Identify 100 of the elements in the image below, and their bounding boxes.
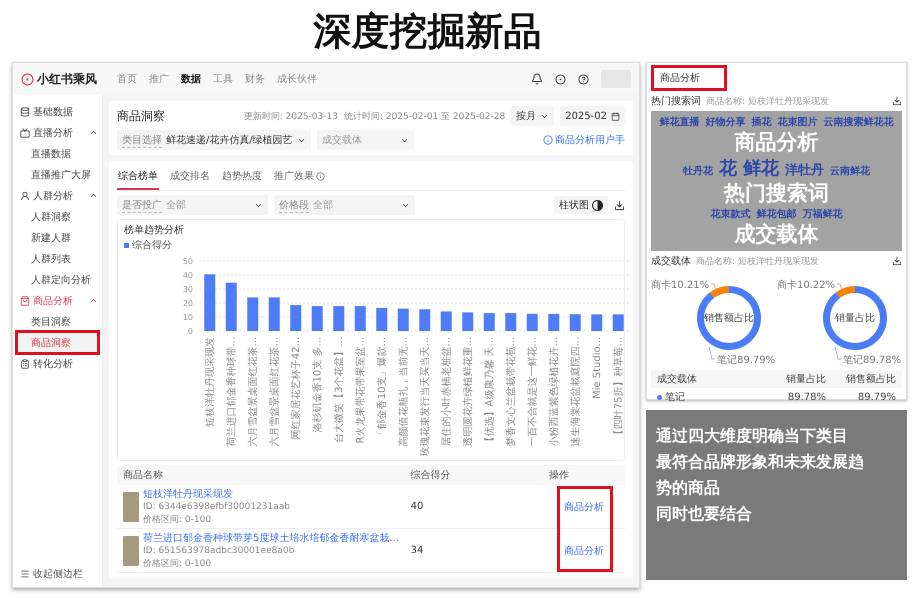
collapse-sidebar-button[interactable]: 收起侧边栏 bbox=[17, 567, 98, 581]
logo[interactable]: 小红书乘风 bbox=[21, 70, 97, 88]
logo-icon bbox=[21, 72, 34, 86]
score-cell-text: 40 bbox=[410, 501, 424, 512]
download-icon[interactable] bbox=[892, 96, 902, 106]
chart-toggle[interactable]: 柱状图 bbox=[554, 196, 608, 214]
product-name: 商品名称: 短枝洋牡丹现采现发 bbox=[706, 96, 829, 108]
sidebar-item[interactable]: 直播分析 bbox=[17, 122, 98, 143]
menu-item-icon bbox=[20, 190, 30, 200]
donut-center-label: 销量占比 bbox=[834, 313, 875, 324]
tab[interactable]: 推广效果 bbox=[273, 166, 326, 190]
date-field[interactable]: 2025-02 bbox=[560, 106, 625, 126]
summary-line: 最符合品牌形象和未来发展趋 bbox=[656, 451, 865, 473]
cloud-word: 鲜花包邮 bbox=[756, 208, 796, 221]
leader-line bbox=[710, 284, 717, 290]
column-header: 综合得分 bbox=[410, 468, 452, 482]
table-cell: 笔记 bbox=[657, 390, 756, 404]
cloud-word: 云南鲜花 bbox=[830, 164, 870, 178]
overlay-caption: 成交载体 bbox=[734, 222, 818, 247]
section-title: 热门搜索词 bbox=[651, 94, 701, 108]
stat-time: 统计时间: 2025-02-01 至 2025-02-28 bbox=[344, 110, 506, 122]
photo-placeholder bbox=[123, 492, 139, 522]
tab[interactable]: 综合榜单 bbox=[117, 166, 159, 190]
sidebar-item[interactable]: 商品洞察 bbox=[17, 332, 98, 353]
cloud-word: 云南搜索鲜花花 bbox=[824, 116, 894, 129]
nav-link[interactable]: 数据 bbox=[181, 72, 201, 86]
download-icon[interactable] bbox=[892, 256, 902, 266]
product-id: ID: 6344e6398efbf30001231aab bbox=[143, 502, 290, 512]
slice-label: 笔记89.78% bbox=[842, 355, 901, 366]
slice-label: 商卡10.22% bbox=[776, 280, 835, 291]
sidebar-item[interactable]: 类目洞察 bbox=[17, 311, 98, 332]
summary-line: 通过四大维度明确当下类目 bbox=[656, 425, 849, 447]
column-header: 操作 bbox=[549, 469, 570, 482]
cloud-word: 花束款式 bbox=[710, 208, 750, 221]
sidebar-item[interactable]: 人群洞察 bbox=[17, 206, 98, 227]
slice-label: 笔记89.79% bbox=[717, 355, 776, 366]
help-icon[interactable] bbox=[578, 74, 589, 84]
cloud-word: 花 bbox=[719, 157, 737, 180]
overlay-caption: 热门搜索词 bbox=[724, 181, 829, 206]
leader-line bbox=[836, 284, 842, 290]
table-cell-text: 89.78% bbox=[786, 390, 826, 404]
leader-line bbox=[834, 346, 842, 360]
bell-icon[interactable] bbox=[531, 73, 543, 85]
action-link[interactable]: 商品分析 bbox=[564, 544, 604, 558]
sidebar-item[interactable]: 直播数据 bbox=[17, 143, 98, 164]
category-select[interactable]: 类目选择 鲜花速递/花卉仿真/绿植园艺 bbox=[117, 130, 311, 150]
sidebar-item[interactable]: 新建人群 bbox=[17, 227, 98, 248]
sidebar-item[interactable]: 直播推广大屏 bbox=[17, 164, 98, 185]
sidebar-item[interactable]: 基础数据 bbox=[17, 101, 98, 122]
cloud-word: 插花 bbox=[752, 116, 772, 129]
cloud-word: 鲜花 bbox=[743, 157, 779, 180]
table-cell-text: 89.79% bbox=[856, 390, 896, 404]
column-header: 销售额占比 bbox=[845, 372, 896, 386]
menu-icon bbox=[20, 569, 30, 579]
cloud-word: 牡丹花 bbox=[683, 164, 713, 178]
product-name: 商品名称: 短枝洋牡丹现采现发 bbox=[696, 256, 819, 268]
calendar-icon bbox=[611, 112, 620, 120]
donut-center-label: 销售额占比 bbox=[704, 313, 754, 324]
menu-item-icon bbox=[20, 128, 30, 138]
score-cell-text: 34 bbox=[410, 545, 424, 556]
sidebar-item[interactable]: 商品分析 bbox=[17, 290, 98, 311]
summary-line: 同时也要结合 bbox=[656, 503, 753, 525]
summary-line: 势的商品 bbox=[656, 477, 721, 499]
section-title: 成交载体 bbox=[651, 254, 691, 268]
period-select[interactable]: 按月 bbox=[511, 106, 554, 126]
price-range: 价格区间: 0-100 bbox=[143, 514, 212, 526]
manual-link[interactable]: 商品分析用户手 bbox=[543, 133, 625, 147]
circle-icon[interactable] bbox=[555, 74, 566, 84]
price-range: 价格区间: 0-100 bbox=[143, 558, 212, 570]
sidebar-item[interactable]: 人群定向分析 bbox=[17, 269, 98, 290]
leader-line bbox=[708, 346, 716, 360]
product-id: ID: 651563978adbc30001ee8a0b bbox=[143, 546, 296, 556]
cloud-word: 花束图片 bbox=[778, 116, 818, 129]
download-icon[interactable] bbox=[614, 200, 625, 210]
tab[interactable]: 成交排名 bbox=[169, 166, 211, 190]
menu-item-icon bbox=[20, 296, 30, 306]
sidebar-item[interactable]: 转化分析 bbox=[17, 353, 98, 374]
product-link[interactable]: 荷兰进口郁金香种球带芽5度球土培水培郁金香耐寒盆栽... bbox=[143, 531, 399, 545]
product-link[interactable]: 短枝洋牡丹现采现发 bbox=[143, 487, 290, 501]
column-header: 商品名称 bbox=[123, 468, 164, 482]
column-header: 成交载体 bbox=[657, 372, 698, 386]
info-icon bbox=[543, 135, 553, 145]
page-title: 深度挖掘新品 bbox=[312, 8, 542, 54]
action-link[interactable]: 商品分析 bbox=[564, 500, 604, 514]
panel-title: 商品分析 bbox=[651, 65, 727, 91]
column-header: 销量占比 bbox=[785, 372, 826, 386]
overlay-caption: 商品分析 bbox=[734, 130, 818, 155]
tab[interactable]: 趋势热度 bbox=[221, 166, 263, 190]
cloud-word: 鲜花直播 bbox=[660, 116, 700, 129]
photo-placeholder bbox=[123, 536, 139, 566]
sidebar-item[interactable]: 人群分析 bbox=[17, 185, 98, 206]
section-title: 商品洞察 bbox=[117, 108, 165, 124]
menu-item-icon bbox=[20, 106, 30, 116]
slice-label: 商卡10.21% bbox=[651, 280, 710, 291]
menu-item-icon bbox=[20, 358, 30, 368]
cloud-word: 好物分享 bbox=[706, 115, 746, 129]
update-time: 更新时间: 2025-03-13 bbox=[244, 110, 338, 122]
cloud-word: 万福鲜花 bbox=[802, 208, 842, 221]
cloud-word: 洋牡丹 bbox=[785, 162, 824, 179]
sidebar-item[interactable]: 人群列表 bbox=[17, 248, 98, 269]
